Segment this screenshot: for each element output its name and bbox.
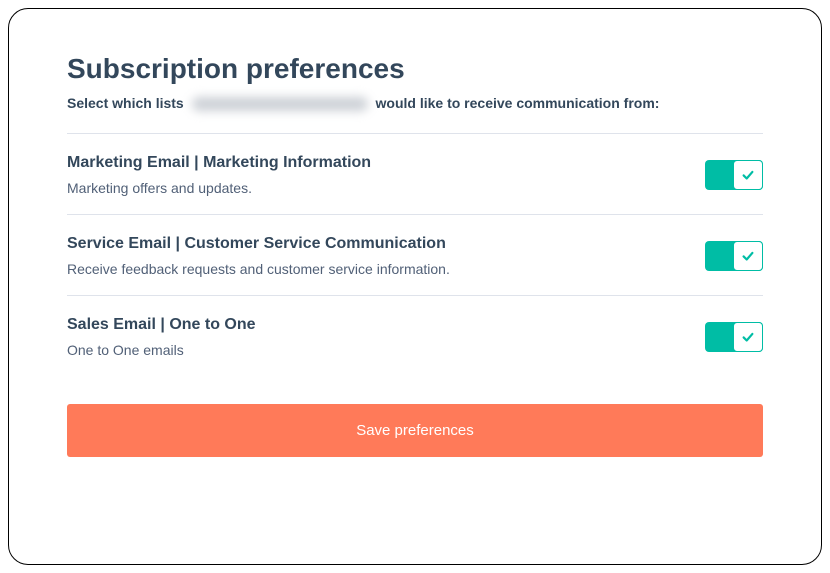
list-item: Service Email | Customer Service Communi… <box>67 215 763 295</box>
save-preferences-button[interactable]: Save preferences <box>67 404 763 457</box>
list-item-description: Marketing offers and updates. <box>67 180 705 196</box>
check-icon <box>741 330 755 344</box>
check-icon <box>741 168 755 182</box>
list-item: Marketing Email | Marketing Information … <box>67 134 763 214</box>
subtitle-suffix: would like to receive communication from… <box>376 95 660 111</box>
list-item: Sales Email | One to One One to One emai… <box>67 296 763 376</box>
toggle-thumb <box>733 241 763 271</box>
toggle-marketing[interactable] <box>705 160 763 190</box>
check-icon <box>741 249 755 263</box>
toggle-thumb <box>733 160 763 190</box>
toggle-service[interactable] <box>705 241 763 271</box>
list-item-text: Sales Email | One to One One to One emai… <box>67 316 705 358</box>
subtitle-prefix: Select which lists <box>67 95 184 111</box>
list-item-title: Marketing Email | Marketing Information <box>67 154 705 172</box>
list-item-description: One to One emails <box>67 342 705 358</box>
list-item-text: Service Email | Customer Service Communi… <box>67 235 705 277</box>
list-item-text: Marketing Email | Marketing Information … <box>67 154 705 196</box>
list-item-description: Receive feedback requests and customer s… <box>67 261 705 277</box>
redacted-email <box>192 97 368 111</box>
page-title: Subscription preferences <box>67 53 763 85</box>
preferences-card: Subscription preferences Select which li… <box>8 8 822 565</box>
toggle-thumb <box>733 322 763 352</box>
list-item-title: Service Email | Customer Service Communi… <box>67 235 705 253</box>
toggle-sales[interactable] <box>705 322 763 352</box>
list-item-title: Sales Email | One to One <box>67 316 705 334</box>
page-subtitle: Select which lists would like to receive… <box>67 95 763 111</box>
